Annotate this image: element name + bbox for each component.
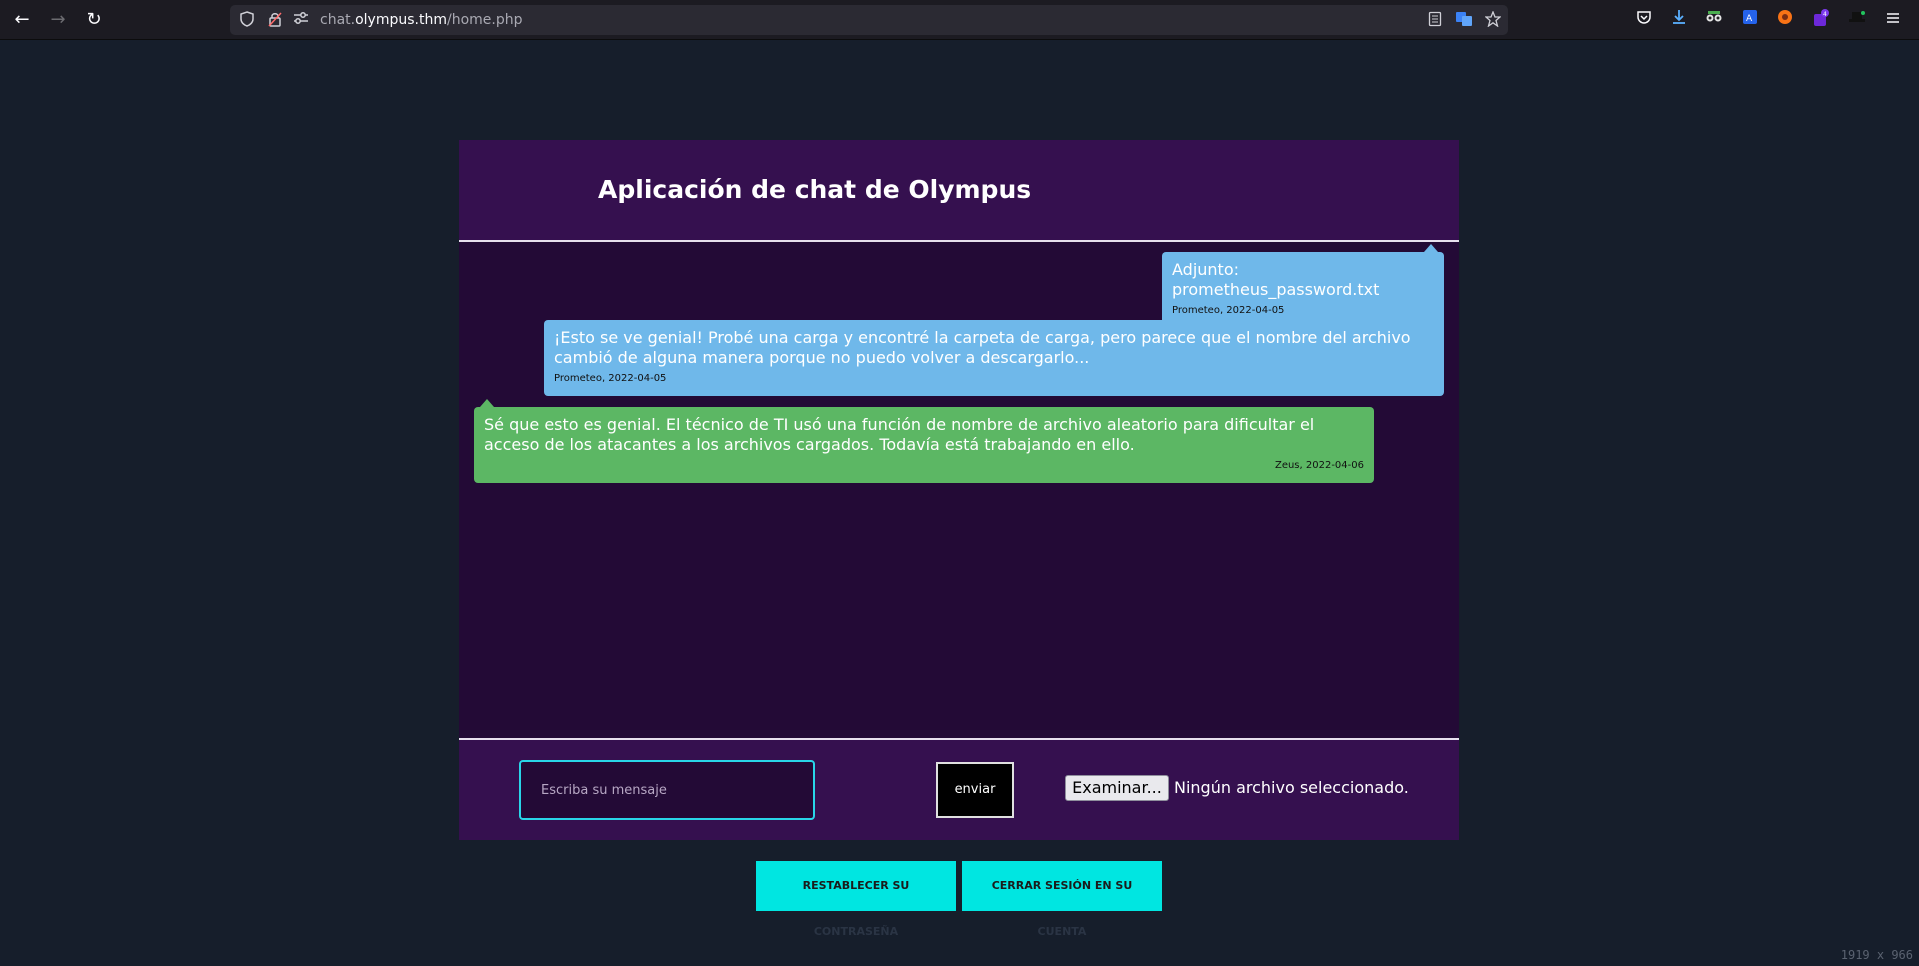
reset-password-sublabel: CONTRASEÑA [813, 925, 899, 938]
chat-composer: enviar Examinar... Ningún archivo selecc… [459, 738, 1459, 840]
extension-spy-icon[interactable] [1703, 9, 1725, 31]
shield-icon[interactable] [238, 11, 256, 29]
reset-password-button[interactable]: RESTABLECER SU [756, 861, 956, 911]
file-status: Ningún archivo seleccionado. [1174, 778, 1409, 797]
permissions-icon[interactable] [292, 11, 310, 29]
page-title: Aplicación de chat de Olympus [598, 175, 1032, 204]
chat-header: Aplicación de chat de Olympus [459, 140, 1459, 242]
message-text: Adjunto: prometheus_password.txt [1172, 260, 1380, 299]
translate-icon[interactable] [1455, 11, 1473, 29]
reload-icon[interactable]: ↻ [80, 8, 108, 32]
message-meta: Zeus, 2022-04-06 [1274, 460, 1364, 471]
extension-fox-icon[interactable] [1774, 9, 1796, 31]
browser-toolbar: ← → ↻ chat.olympus.thm/home.php A 4 [0, 0, 1919, 40]
forward-icon[interactable]: → [44, 8, 72, 32]
screen-dimensions: 1919 x 966 [1840, 948, 1913, 962]
logout-button[interactable]: CERRAR SESIÓN EN SU [962, 861, 1162, 911]
svg-text:A: A [1746, 14, 1753, 24]
url-host: olympus.thm [355, 12, 447, 28]
back-icon[interactable]: ← [8, 8, 36, 32]
send-button[interactable]: enviar [936, 762, 1014, 818]
extension-badge-icon[interactable]: 4 [1810, 9, 1832, 31]
message-bubble: ¡Esto se ve genial! Probé una carga y en… [544, 312, 1444, 396]
message-bubble: Sé que esto es genial. El técnico de TI … [474, 399, 1374, 483]
pocket-icon[interactable] [1633, 9, 1655, 31]
chat-card: Aplicación de chat de Olympus Adjunto: p… [459, 140, 1459, 840]
url-path: /home.php [446, 12, 523, 28]
reader-view-icon[interactable] [1426, 11, 1444, 29]
browse-file-button[interactable]: Examinar... [1065, 775, 1169, 801]
extension-hat-icon[interactable] [1846, 9, 1868, 31]
message-meta: Prometeo, 2022-04-05 [554, 373, 667, 384]
url-text[interactable]: chat.olympus.thm/home.php [320, 11, 523, 29]
lock-insecure-icon[interactable] [266, 11, 284, 29]
url-prefix: chat. [320, 12, 356, 28]
message-meta: Prometeo, 2022-04-05 [1172, 305, 1285, 316]
extension-translate-icon[interactable]: A [1739, 9, 1761, 31]
message-bubble: Adjunto: prometheus_password.txt Promete… [1162, 244, 1444, 328]
menu-icon[interactable] [1882, 9, 1904, 31]
message-text: Sé que esto es genial. El técnico de TI … [484, 415, 1315, 454]
svg-text:4: 4 [1823, 11, 1827, 18]
logout-sublabel: CUENTA [1037, 925, 1087, 938]
message-text: ¡Esto se ve genial! Probé una carga y en… [554, 328, 1411, 367]
downloads-icon[interactable] [1668, 9, 1690, 31]
message-input[interactable] [519, 760, 815, 820]
address-bar[interactable]: chat.olympus.thm/home.php [230, 5, 1508, 35]
bookmark-star-icon[interactable] [1484, 10, 1502, 29]
